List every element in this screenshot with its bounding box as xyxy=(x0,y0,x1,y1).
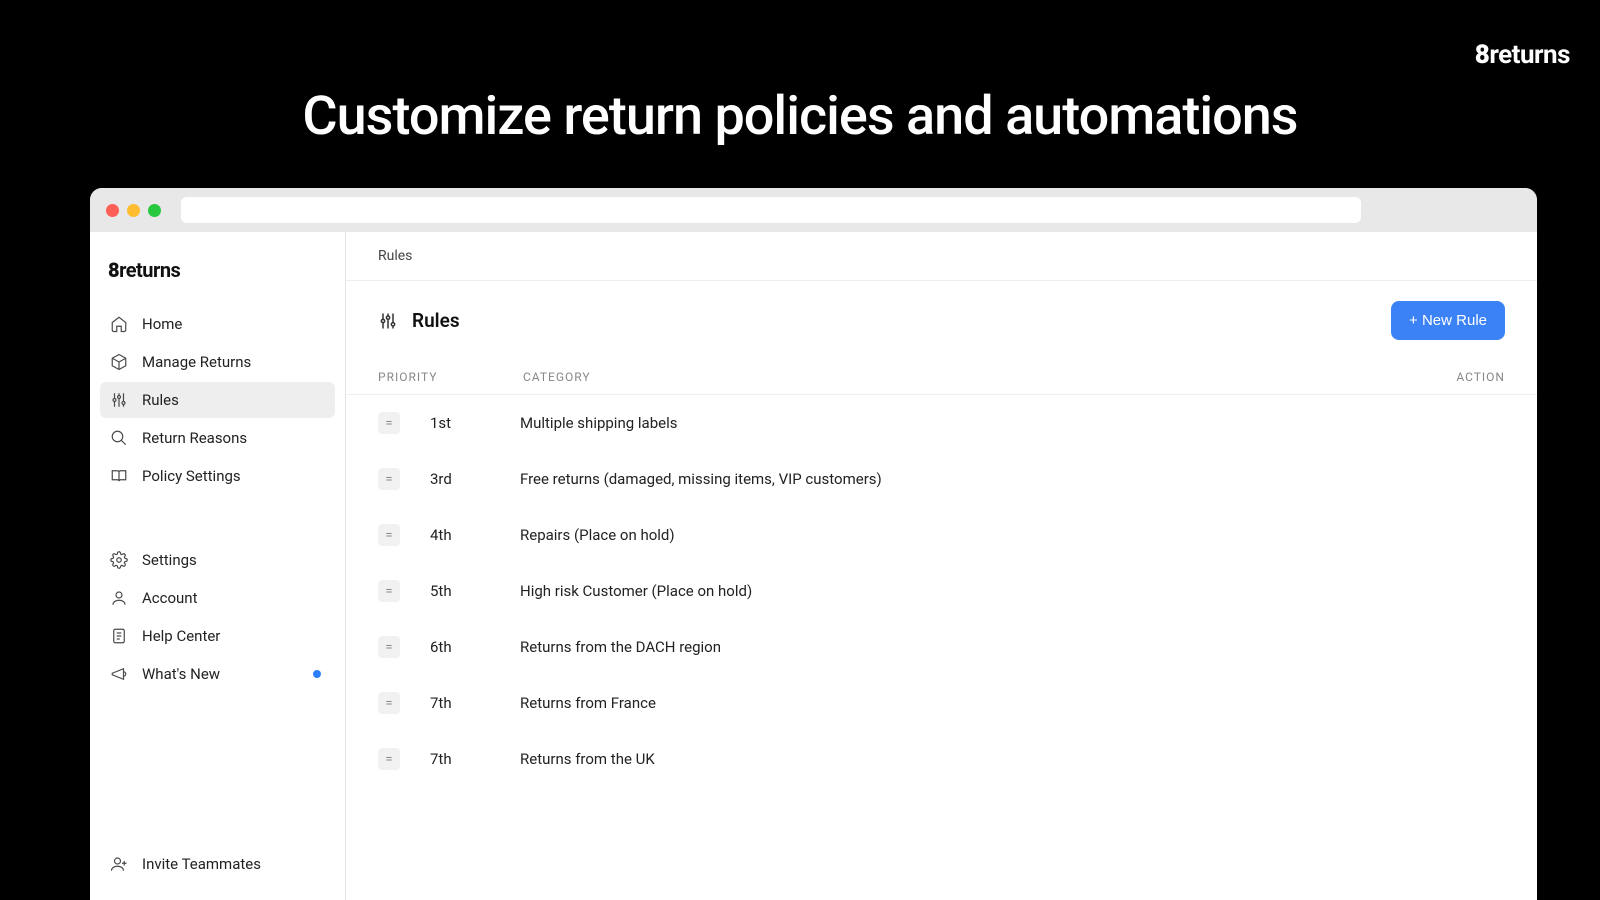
sidebar-item-label: Settings xyxy=(142,551,197,569)
document-icon xyxy=(110,627,128,645)
sidebar-item-label: Account xyxy=(142,589,198,607)
rule-category: Multiple shipping labels xyxy=(520,414,1505,432)
user-plus-icon xyxy=(110,855,128,873)
col-header-priority: PRIORITY xyxy=(378,370,523,384)
drag-handle-icon[interactable]: = xyxy=(378,580,400,602)
sliders-icon xyxy=(378,311,398,331)
sidebar-item-label: Rules xyxy=(142,391,179,409)
sliders-icon xyxy=(110,391,128,409)
table-row[interactable]: = 5thHigh risk Customer (Place on hold) xyxy=(378,563,1505,619)
maximize-window-icon[interactable] xyxy=(148,204,161,217)
page-title-text: Rules xyxy=(412,309,460,332)
table-row[interactable]: = 1stMultiple shipping labels xyxy=(378,395,1505,451)
app-window: 8returns Home Manage Returns Rules Retur… xyxy=(90,188,1537,900)
col-header-action: ACTION xyxy=(1425,370,1505,384)
sidebar: 8returns Home Manage Returns Rules Retur… xyxy=(90,232,346,900)
marketing-headline: Customize return policies and automation… xyxy=(0,0,1600,148)
rule-category: Returns from the UK xyxy=(520,750,1505,768)
page-title: Rules xyxy=(378,309,460,332)
rule-priority: 1st xyxy=(430,414,520,432)
sidebar-item-label: Help Center xyxy=(142,627,220,645)
sidebar-item-label: Home xyxy=(142,315,182,333)
rule-category: Free returns (damaged, missing items, VI… xyxy=(520,470,1505,488)
rule-category: Returns from France xyxy=(520,694,1505,712)
sidebar-item-label: Return Reasons xyxy=(142,429,247,447)
sidebar-item-settings[interactable]: Settings xyxy=(100,542,335,578)
rule-priority: 3rd xyxy=(430,470,520,488)
close-window-icon[interactable] xyxy=(106,204,119,217)
rule-priority: 7th xyxy=(430,750,520,768)
table-row[interactable]: = 6thReturns from the DACH region xyxy=(378,619,1505,675)
rule-priority: 6th xyxy=(430,638,520,656)
main-content: Rules Rules + New Rule PRIORITY CATEGORY… xyxy=(346,232,1537,900)
breadcrumb: Rules xyxy=(346,232,1537,281)
sidebar-item-label: What's New xyxy=(142,665,220,683)
drag-handle-icon[interactable]: = xyxy=(378,748,400,770)
user-icon xyxy=(110,589,128,607)
sidebar-logo: 8returns xyxy=(90,250,345,306)
col-header-category: CATEGORY xyxy=(523,370,1425,384)
rule-priority: 5th xyxy=(430,582,520,600)
window-titlebar xyxy=(90,188,1537,232)
minimize-window-icon[interactable] xyxy=(127,204,140,217)
book-icon xyxy=(110,467,128,485)
drag-handle-icon[interactable]: = xyxy=(378,412,400,434)
sidebar-item-invite-teammates[interactable]: Invite Teammates xyxy=(100,846,335,882)
sidebar-item-account[interactable]: Account xyxy=(100,580,335,616)
gear-icon xyxy=(110,551,128,569)
notification-badge-icon xyxy=(313,670,321,678)
drag-handle-icon[interactable]: = xyxy=(378,468,400,490)
rule-category: High risk Customer (Place on hold) xyxy=(520,582,1505,600)
sidebar-item-label: Policy Settings xyxy=(142,467,241,485)
sidebar-item-home[interactable]: Home xyxy=(100,306,335,342)
rule-priority: 7th xyxy=(430,694,520,712)
sidebar-item-whats-new[interactable]: What's New xyxy=(100,656,335,692)
megaphone-icon xyxy=(110,665,128,683)
sidebar-item-rules[interactable]: Rules xyxy=(100,382,335,418)
drag-handle-icon[interactable]: = xyxy=(378,524,400,546)
table-row[interactable]: = 7thReturns from the UK xyxy=(378,731,1505,787)
table-header: PRIORITY CATEGORY ACTION xyxy=(346,360,1537,395)
table-row[interactable]: = 4thRepairs (Place on hold) xyxy=(378,507,1505,563)
home-icon xyxy=(110,315,128,333)
sidebar-item-help-center[interactable]: Help Center xyxy=(100,618,335,654)
rule-priority: 4th xyxy=(430,526,520,544)
url-bar[interactable] xyxy=(181,197,1361,223)
rule-category: Repairs (Place on hold) xyxy=(520,526,1505,544)
new-rule-button[interactable]: + New Rule xyxy=(1391,301,1505,340)
sidebar-item-label: Invite Teammates xyxy=(142,855,261,873)
table-row[interactable]: = 7thReturns from France xyxy=(378,675,1505,731)
brand-logo: 8returns xyxy=(1475,40,1570,70)
rule-category: Returns from the DACH region xyxy=(520,638,1505,656)
box-icon xyxy=(110,353,128,371)
search-icon xyxy=(110,429,128,447)
drag-handle-icon[interactable]: = xyxy=(378,636,400,658)
sidebar-item-manage-returns[interactable]: Manage Returns xyxy=(100,344,335,380)
sidebar-item-policy-settings[interactable]: Policy Settings xyxy=(100,458,335,494)
sidebar-item-label: Manage Returns xyxy=(142,353,251,371)
sidebar-item-return-reasons[interactable]: Return Reasons xyxy=(100,420,335,456)
table-row[interactable]: = 3rdFree returns (damaged, missing items… xyxy=(378,451,1505,507)
drag-handle-icon[interactable]: = xyxy=(378,692,400,714)
